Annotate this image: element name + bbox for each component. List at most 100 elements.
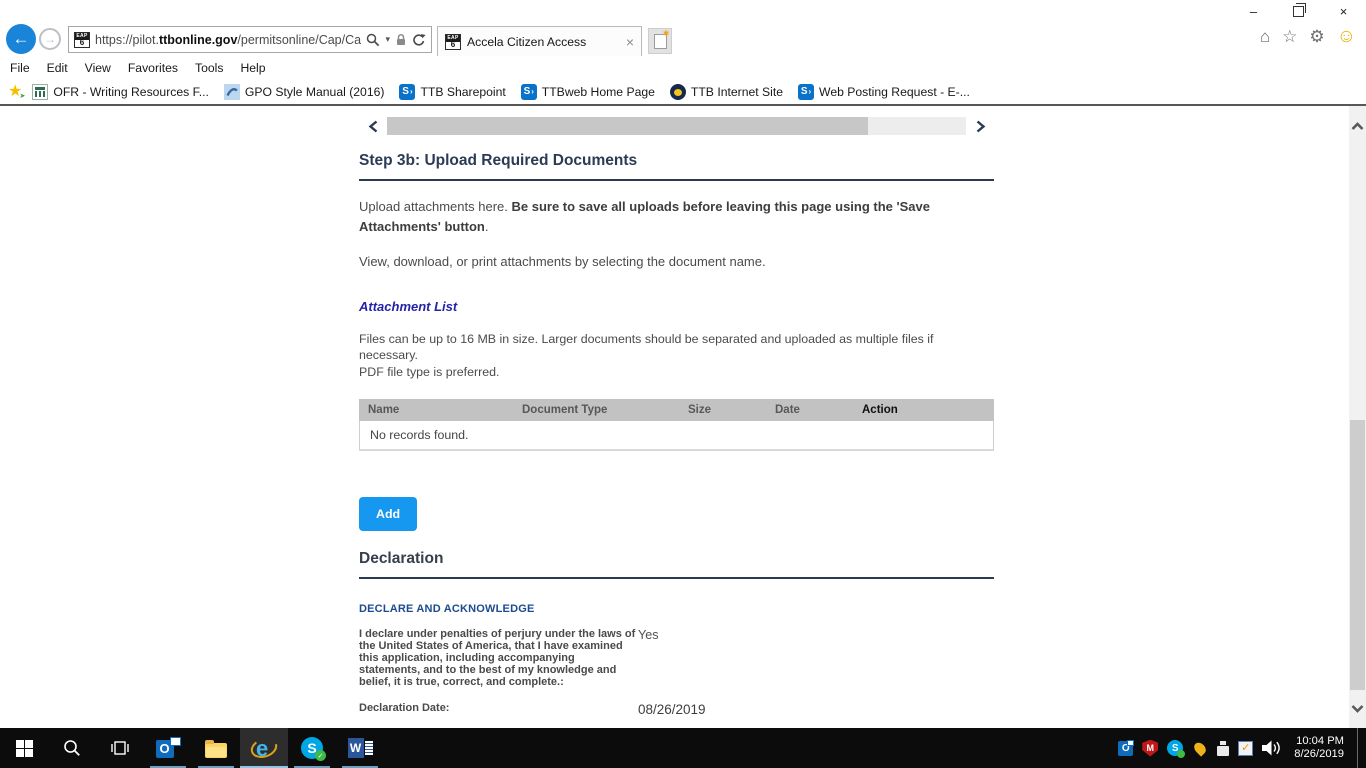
start-button[interactable]: [0, 728, 48, 768]
declaration-heading: Declaration: [359, 549, 444, 567]
back-icon: ←: [12, 29, 30, 48]
menu-help[interactable]: Help: [240, 61, 265, 75]
tray-mcafee-icon[interactable]: M: [1142, 739, 1159, 757]
favorite-item-ofr[interactable]: OFR - Writing Resources F...: [32, 83, 209, 100]
taskbar-app-word[interactable]: W: [336, 728, 384, 768]
close-icon: ×: [1339, 3, 1348, 19]
volume-icon[interactable]: [1262, 740, 1282, 756]
page-content: Step 3b: Upload Required Documents Uploa…: [0, 106, 1366, 768]
tab-favicon: EAP 6: [445, 33, 461, 50]
favorite-item-gpo[interactable]: GPO Style Manual (2016): [223, 83, 384, 100]
add-favorite-icon[interactable]: ★: [8, 83, 26, 100]
address-bar[interactable]: EAP 6 https://pilot.ttbonline.gov/permit…: [68, 26, 432, 53]
site-favicon: EAP 6: [74, 31, 90, 48]
sharepoint-icon: S ›: [399, 83, 416, 100]
browser-tab[interactable]: EAP 6 Accela Citizen Access ×: [437, 26, 642, 56]
taskbar-app-file-explorer[interactable]: [192, 728, 240, 768]
tab-title: Accela Citizen Access: [467, 34, 587, 49]
sharepoint-icon: S ›: [520, 83, 537, 100]
home-icon[interactable]: ⌂: [1260, 28, 1270, 45]
col-header-action: Action: [862, 403, 898, 416]
forward-button[interactable]: →: [39, 28, 61, 50]
tray-outlook-icon[interactable]: O: [1118, 739, 1135, 756]
favorites-star-icon[interactable]: ☆: [1282, 28, 1297, 45]
tray-usb-icon[interactable]: [1217, 740, 1230, 756]
taskbar-app-internet-explorer[interactable]: e: [240, 728, 288, 768]
restore-icon: [1293, 2, 1306, 17]
feedback-smiley-icon[interactable]: ☺: [1337, 27, 1356, 46]
settings-gear-icon[interactable]: ⚙: [1309, 28, 1324, 45]
clock-date: 8/26/2019: [1294, 748, 1344, 760]
svg-text:e: e: [256, 736, 268, 761]
menu-view[interactable]: View: [85, 61, 111, 75]
scroll-up-icon[interactable]: [1351, 118, 1364, 136]
favorites-bar: ★ OFR - Writing Resources F... GPO Style…: [0, 79, 1366, 104]
taskbar-clock[interactable]: 10:04 PM 8/26/2019: [1294, 735, 1344, 762]
sharepoint-icon: S ›: [798, 83, 815, 100]
menu-favorites[interactable]: Favorites: [128, 61, 178, 75]
menu-tools[interactable]: Tools: [195, 61, 223, 75]
address-dropdown-icon[interactable]: ▾: [385, 34, 390, 45]
col-header-document-type: Document Type: [522, 403, 608, 416]
horizontal-scroll-thumb[interactable]: [387, 117, 868, 135]
word-icon: W: [347, 738, 373, 758]
declaration-date-row: Declaration Date: 08/26/2019: [359, 702, 994, 717]
taskbar-app-outlook[interactable]: O: [144, 728, 192, 768]
back-button[interactable]: ←: [6, 24, 36, 54]
tray-flame-icon[interactable]: [1192, 739, 1209, 757]
tray-skype-icon[interactable]: S: [1167, 740, 1186, 758]
file-explorer-icon: [205, 739, 227, 758]
col-header-date: Date: [775, 403, 800, 416]
taskbar-search-button[interactable]: [48, 728, 96, 768]
restore-button[interactable]: [1276, 0, 1321, 22]
intro-paragraph: Upload attachments here. Be sure to save…: [359, 199, 930, 234]
vertical-scroll-thumb[interactable]: [1350, 420, 1365, 690]
favorite-item-ttbweb[interactable]: S › TTBweb Home Page: [520, 83, 655, 100]
favorite-item-web-posting[interactable]: S › Web Posting Request - E-...: [798, 83, 970, 100]
page-title: Step 3b: Upload Required Documents: [359, 152, 638, 169]
add-button[interactable]: Add: [359, 496, 418, 531]
scroll-down-icon[interactable]: [1351, 700, 1364, 718]
menu-file[interactable]: File: [10, 61, 30, 75]
internet-explorer-icon: e: [250, 736, 278, 761]
declaration-date-value: 08/26/2019: [638, 702, 706, 718]
attachment-list-label: Attachment List: [359, 298, 458, 314]
declaration-value: Yes: [638, 627, 659, 642]
new-tab-button[interactable]: [648, 28, 672, 54]
tray-checkmark-icon[interactable]: ✓: [1238, 740, 1254, 756]
gpo-icon: [223, 83, 240, 100]
navigation-bar: ← → EAP 6 https://pilot.ttbonline.gov/pe…: [0, 22, 1366, 57]
forward-icon: →: [44, 32, 56, 46]
scroll-left-icon[interactable]: [359, 117, 387, 135]
horizontal-scrollbar[interactable]: [359, 117, 994, 135]
favorite-item-ttb-sharepoint[interactable]: S › TTB Sharepoint: [399, 83, 506, 100]
favorite-item-ttb-internet[interactable]: TTB Internet Site: [669, 83, 783, 100]
title-divider: [359, 179, 994, 181]
declaration-date-label: Declaration Date:: [359, 702, 450, 715]
declaration-divider: [359, 576, 994, 579]
globe-icon: [669, 83, 686, 100]
lock-icon: [397, 33, 405, 45]
col-header-name: Name: [368, 403, 400, 416]
horizontal-scroll-track[interactable]: [387, 117, 966, 135]
url-text[interactable]: https://pilot.ttbonline.gov/permitsonlin…: [95, 33, 361, 47]
menu-edit[interactable]: Edit: [47, 61, 68, 75]
windows-logo-icon: [15, 739, 33, 757]
scroll-right-icon[interactable]: [966, 117, 994, 135]
screen: – × ← → EAP 6 https://pilot.ttbonline.go…: [0, 0, 1366, 768]
refresh-icon[interactable]: [412, 33, 426, 47]
task-view-button[interactable]: [96, 728, 144, 768]
taskbar-app-skype[interactable]: S ✓: [288, 728, 336, 768]
vertical-scrollbar[interactable]: [1349, 106, 1366, 728]
search-icon[interactable]: [366, 33, 380, 47]
show-desktop-button[interactable]: [1357, 728, 1363, 768]
task-view-icon: [111, 741, 129, 755]
bank-icon: [32, 83, 49, 100]
status-check-icon: ✓: [315, 750, 326, 761]
taskbar: O e S ✓ W O M S ✓ 10:04 PM 8/26/2019: [0, 728, 1366, 768]
minimize-button[interactable]: –: [1231, 0, 1276, 22]
table-header-row: Name Document Type Size Date Action: [359, 398, 994, 421]
close-button[interactable]: ×: [1321, 0, 1366, 22]
window-controls: – ×: [1231, 0, 1366, 22]
tab-close-icon[interactable]: ×: [626, 34, 634, 50]
